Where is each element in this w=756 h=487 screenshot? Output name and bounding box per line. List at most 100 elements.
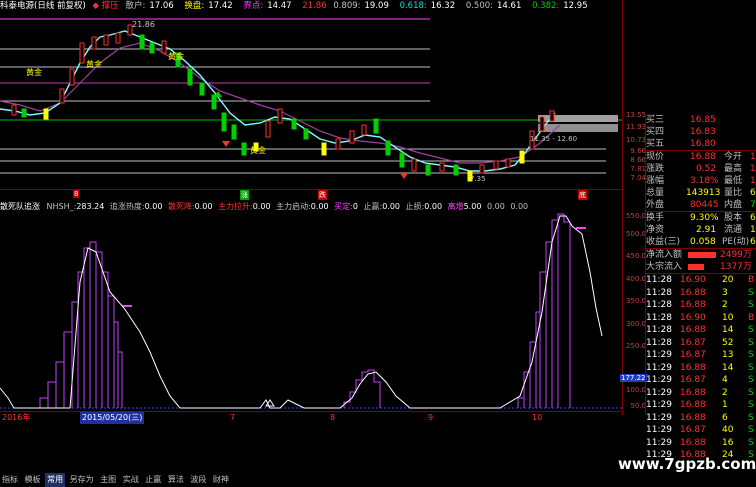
trade-price: 16.88 (680, 287, 706, 298)
trade-time: 11:29 (646, 412, 672, 423)
trade-volume: 10 (722, 312, 734, 323)
header-stat: 0.382: 12.95 (532, 1, 588, 11)
gold-annotation: 黄金 (86, 59, 102, 69)
bottom-tab-bar: 指标 模板 常用 另存为 主图 实战 止赢 算法 波段 财神 (0, 473, 260, 487)
trade-side: S (748, 400, 754, 410)
header-stat: 0.500: 14.61 (465, 1, 522, 11)
trade-volume: 16 (722, 437, 734, 448)
trade-row: 11:29 16.87 40 S (646, 424, 756, 436)
gold-annotation: 黄金 (26, 67, 42, 77)
trade-side: B (748, 312, 755, 323)
trade-volume: 14 (722, 362, 734, 373)
header-stat: 21.86 (302, 1, 327, 11)
trade-price: 16.90 (680, 312, 706, 323)
tab-template[interactable]: 模板 (23, 473, 43, 487)
trade-volume: 6 (722, 412, 728, 423)
flow-bar (688, 264, 704, 270)
bid-row: 买四 16.83 (646, 127, 716, 137)
quote-row: 外盘 80445 内盘 7 (646, 200, 756, 210)
trade-price: 16.88 (680, 412, 706, 423)
tab-common[interactable]: 常用 (45, 473, 66, 487)
tab-save-as[interactable]: 另存为 (68, 473, 96, 487)
flow-row: 大宗流入 1377万 (646, 262, 752, 272)
quote-row: 换手 9.30% 股本 6 (646, 213, 756, 223)
trade-volume: 14 (722, 325, 734, 335)
quote-row: 总量 143913 量比 6 (646, 188, 756, 198)
trade-side: S (748, 287, 754, 298)
trade-time: 11:29 (646, 437, 672, 448)
trade-time: 11:29 (646, 362, 672, 373)
tab-practice[interactable]: 实战 (121, 473, 141, 487)
header-stat: 换盘: 17.42 (184, 1, 233, 11)
trade-side: S (748, 325, 754, 335)
tab-take-profit[interactable]: 止赢 (143, 473, 163, 487)
indicator-bars (39, 213, 571, 408)
tab-swing[interactable]: 波段 (188, 473, 208, 487)
quote-row: 现价 16.88 今开 1 (646, 152, 756, 162)
signal-badge: 涨 (240, 190, 249, 200)
trade-row: 11:28 16.88 3 S (646, 287, 756, 299)
chart-header: 科泰电源(日线 前复权) ◆ 撑压 散户: 17.06 换盘: 17.42 界点: 1… (0, 0, 620, 13)
trade-time: 11:28 (646, 337, 672, 348)
price-chart[interactable]: 21.86 黄金 黄金 黄金 黄金 11.35 - 12.60 7.35 (0, 13, 622, 189)
trade-side: S (748, 337, 754, 348)
trade-row: 11:29 16.88 16 S (646, 437, 756, 449)
trade-price: 16.90 (680, 275, 706, 285)
gold-annotation: 黄金 (250, 145, 266, 155)
up-arrow-icon (400, 173, 408, 179)
trade-time: 11:28 (646, 325, 672, 335)
trade-price: 16.88 (680, 387, 706, 398)
trade-row: 11:28 16.90 10 B (646, 312, 756, 324)
trade-row: 11:29 16.87 4 S (646, 374, 756, 386)
trade-time: 11:29 (646, 400, 672, 410)
trade-row: 11:29 16.88 14 S (646, 362, 756, 374)
candles (11, 24, 555, 182)
current-value-tag: 177.22 (620, 374, 647, 382)
high-label: 21.86 (132, 20, 155, 29)
trade-volume: 52 (722, 337, 734, 348)
trade-price: 16.88 (680, 300, 706, 310)
trade-price: 16.88 (680, 437, 706, 448)
trade-time: 11:29 (646, 375, 672, 385)
trade-time: 11:29 (646, 387, 672, 398)
trade-time: 11:28 (646, 275, 672, 285)
bid-row: 买五 16.80 (646, 139, 716, 149)
trade-volume: 2 (722, 387, 728, 398)
trade-row: 11:28 16.88 14 S (646, 324, 756, 336)
tab-algorithm[interactable]: 算法 (166, 473, 186, 487)
tab-indicator[interactable]: 指标 (0, 473, 20, 487)
tab-main[interactable]: 主图 (98, 473, 118, 487)
signal-badge: 8 (73, 190, 80, 198)
trade-volume: 13 (722, 350, 734, 360)
bid-row: 买三 16.85 (646, 115, 716, 125)
signal-badge: 底 (578, 190, 587, 200)
up-arrow-icon (222, 141, 230, 147)
trade-side: S (748, 412, 754, 423)
trade-row: 11:28 16.90 20 B (646, 274, 756, 286)
signal-row: 8 涨 跌 底 (0, 190, 622, 201)
trade-side: B (748, 275, 755, 285)
trade-side: S (748, 362, 754, 373)
quote-row: 涨跌 0.52 最高 1 (646, 164, 756, 174)
tab-fortune[interactable]: 财神 (211, 473, 231, 487)
trade-row: 11:28 16.87 52 S (646, 337, 756, 349)
stock-title[interactable]: 科泰电源(日线 前复权) (0, 1, 86, 11)
trade-time: 11:28 (646, 300, 672, 310)
header-stat: 0.618: 16.32 (399, 1, 456, 11)
header-stat: 散户: 17.06 (125, 1, 174, 11)
date-axis: 2016年 2015/05/20(三) 7 8 9 10 (2, 412, 543, 424)
trade-time: 11:29 (646, 425, 672, 435)
indicator-name[interactable]: 散死队追涨 (0, 202, 40, 211)
trade-volume: 40 (722, 425, 734, 435)
trade-side: S (748, 387, 754, 398)
trade-row: 11:29 16.88 6 S (646, 412, 756, 424)
trade-side: S (748, 375, 754, 385)
trade-row: 11:29 16.88 1 S (646, 399, 756, 411)
indicator-chart[interactable] (0, 212, 622, 412)
low-label: 7.35 (470, 175, 486, 183)
trade-price: 16.88 (680, 400, 706, 410)
gold-annotation: 黄金 (168, 51, 184, 61)
trade-volume: 2 (722, 300, 728, 310)
trade-price: 16.87 (680, 375, 706, 385)
flow-row: 净流入额 2499万 (646, 250, 752, 260)
